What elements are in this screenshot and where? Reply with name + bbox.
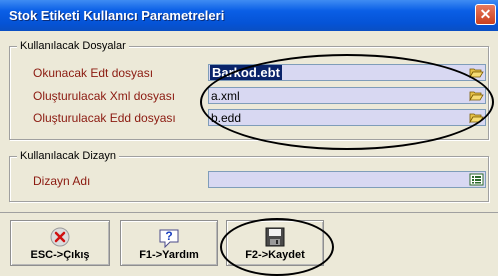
edt-file-label: Okunacak Edt dosyası: [33, 66, 154, 80]
design-name-field[interactable]: [208, 171, 486, 188]
save-button-label: F2->Kaydet: [245, 249, 305, 261]
title-bar: Stok Etiketi Kullanıcı Parametreleri ✕: [0, 0, 498, 31]
xml-file-field[interactable]: a.xml: [208, 87, 486, 104]
edd-file-label: Oluşturulacak Edd dosyası: [33, 111, 176, 125]
folder-open-icon[interactable]: [469, 111, 484, 124]
design-group-legend: Kullanılacak Dizayn: [17, 150, 119, 162]
edt-file-field[interactable]: Barkod.ebt: [208, 64, 486, 81]
exit-button-label: ESC->Çıkış: [30, 249, 90, 261]
edd-file-field[interactable]: b.edd: [208, 109, 486, 126]
xml-file-label: Oluşturulacak Xml dosyası: [33, 89, 176, 103]
close-x-icon: [50, 227, 70, 247]
files-group-legend: Kullanılacak Dosyalar: [17, 40, 129, 52]
folder-open-icon[interactable]: [469, 66, 484, 79]
close-icon: ✕: [479, 6, 492, 22]
window-title: Stok Etiketi Kullanıcı Parametreleri: [9, 8, 225, 23]
folder-open-icon[interactable]: [469, 89, 484, 102]
design-name-label: Dizayn Adı: [33, 174, 91, 188]
svg-text:?: ?: [165, 229, 172, 243]
save-disk-icon: [265, 227, 285, 247]
help-button-label: F1->Yardım: [139, 249, 199, 261]
list-icon[interactable]: [469, 173, 484, 186]
edt-file-value: Barkod.ebt: [210, 65, 282, 80]
help-button[interactable]: ? F1->Yardım: [120, 220, 218, 266]
edd-file-value: b.edd: [211, 111, 242, 125]
exit-button[interactable]: ESC->Çıkış: [10, 220, 110, 266]
save-button[interactable]: F2->Kaydet: [226, 220, 324, 266]
help-question-icon: ?: [159, 229, 179, 249]
close-button[interactable]: ✕: [475, 4, 496, 25]
xml-file-value: a.xml: [211, 89, 240, 103]
